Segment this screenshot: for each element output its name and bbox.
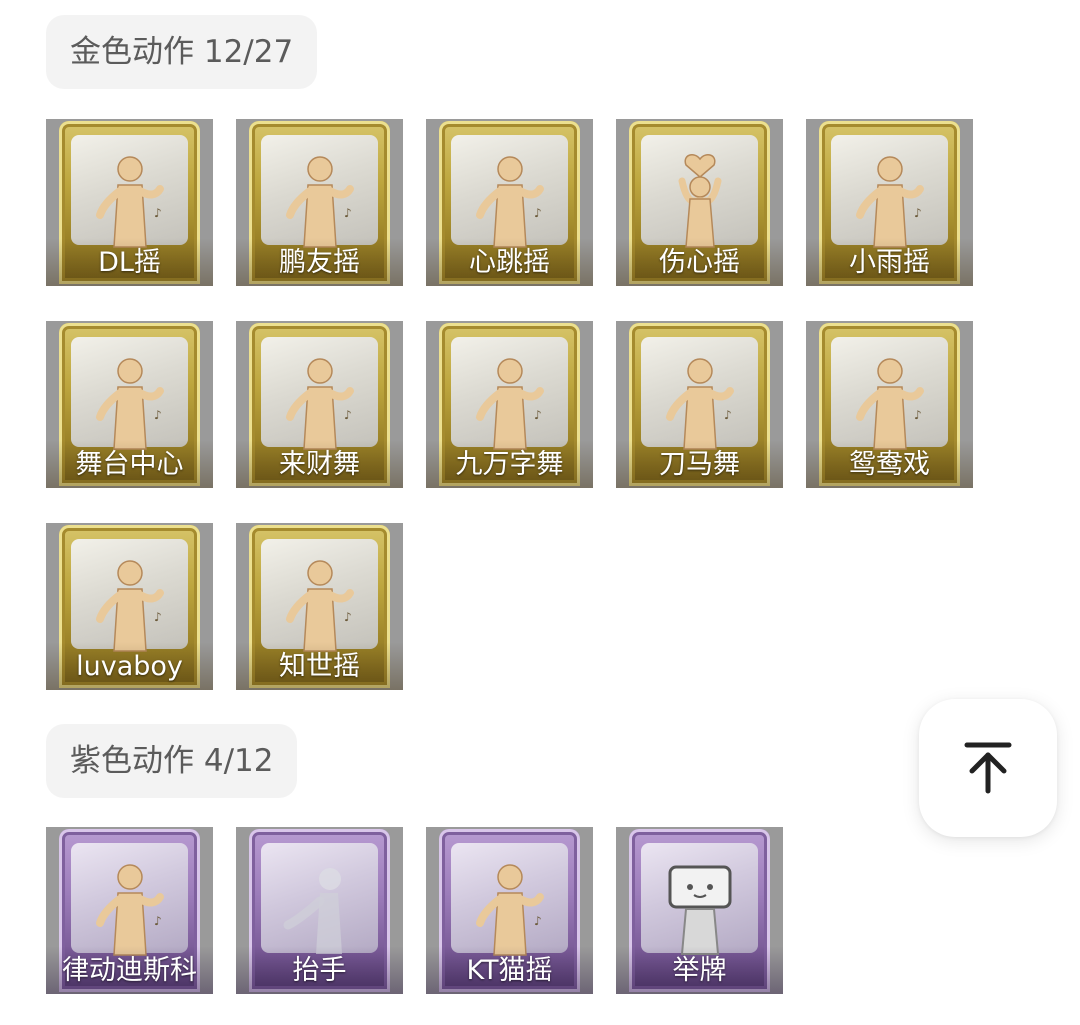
dance-pose-icon: ♪ (855, 156, 924, 248)
svg-text:♪: ♪ (914, 408, 922, 422)
svg-text:♪: ♪ (154, 408, 162, 422)
dance-pose-icon: ♪ (285, 560, 354, 652)
gold-action-card[interactable]: ♪ 来财舞 (236, 321, 403, 488)
svg-text:♪: ♪ (344, 206, 352, 220)
dance-pose-icon: ♪ (665, 358, 734, 450)
card-label: 小雨摇 (849, 247, 930, 278)
card-label: 九万字舞 (455, 449, 564, 480)
gold-action-card[interactable]: ♪ 心跳摇 (426, 119, 593, 286)
svg-text:♪: ♪ (534, 408, 542, 422)
dance-pose-icon: ♪ (95, 156, 164, 248)
svg-text:♪: ♪ (154, 914, 162, 928)
gold-action-card[interactable]: ♪ 鹏友摇 (236, 119, 403, 286)
card-label: 知世摇 (279, 651, 360, 682)
gold-action-card[interactable]: ♪ 小雨摇 (806, 119, 973, 286)
gold-action-card[interactable]: ♪ 舞台中心 (46, 321, 213, 488)
gold-action-card[interactable]: 伤心摇 (616, 119, 783, 286)
dance-pose-icon: ♪ (285, 358, 354, 450)
gold-actions-grid: ♪ DL摇 ♪ 鹏友摇 ♪ 心跳摇 伤心摇 ♪ 小雨摇 ♪ 舞台中心 ♪ 来财舞… (46, 119, 996, 690)
gold-action-card[interactable]: ♪ 九万字舞 (426, 321, 593, 488)
dance-pose-icon: ♪ (475, 864, 544, 956)
card-label: KT猫摇 (466, 955, 553, 986)
svg-text:♪: ♪ (914, 206, 922, 220)
card-label: 鹏友摇 (279, 247, 360, 278)
dance-pose-icon: ♪ (855, 358, 924, 450)
arrow-up-to-top-icon (964, 742, 1012, 794)
dance-pose-icon: ♪ (475, 358, 544, 450)
svg-text:♪: ♪ (534, 206, 542, 220)
purple-actions-grid: ♪ 律动迪斯科 抬手 ♪ KT猫摇 举牌 (46, 827, 996, 994)
purple-action-card[interactable]: 举牌 (616, 827, 783, 994)
heart-pose-icon (678, 154, 721, 248)
dance-pose-icon: ♪ (285, 156, 354, 248)
purple-section-header: 紫色动作 4/12 (46, 724, 298, 798)
back-to-top-button[interactable] (919, 699, 1057, 837)
page: 金色动作 12/27 ♪ DL摇 ♪ 鹏友摇 ♪ 心跳摇 伤心摇 ♪ 小雨摇 ♪… (0, 0, 1080, 1025)
card-label: 来财舞 (279, 449, 360, 480)
gold-action-card[interactable]: ♪ DL摇 (46, 119, 213, 286)
gold-action-card[interactable]: ♪ luvaboy (46, 523, 213, 690)
dance-pose-icon: ♪ (95, 560, 164, 652)
card-label: 伤心摇 (659, 247, 740, 278)
gold-action-card[interactable]: ♪ 刀马舞 (616, 321, 783, 488)
gold-section-header: 金色动作 12/27 (46, 15, 318, 89)
card-label: DL摇 (98, 247, 161, 278)
card-label: 律动迪斯科 (62, 955, 197, 986)
dance-pose-icon: ♪ (95, 358, 164, 450)
svg-text:♪: ♪ (534, 914, 542, 928)
card-label: 抬手 (292, 955, 347, 986)
purple-action-card[interactable]: ♪ KT猫摇 (426, 827, 593, 994)
card-label: 心跳摇 (469, 247, 550, 278)
card-label: 鸳鸯戏 (849, 449, 930, 480)
hold-sign-pose-icon (668, 865, 731, 955)
dance-pose-icon: ♪ (95, 864, 164, 956)
gold-action-card[interactable]: ♪ 知世摇 (236, 523, 403, 690)
svg-text:♪: ♪ (154, 206, 162, 220)
purple-action-card[interactable]: 抬手 (236, 827, 403, 994)
svg-text:♪: ♪ (724, 408, 732, 422)
raise-hand-pose-icon (283, 868, 342, 954)
svg-text:♪: ♪ (154, 610, 162, 624)
gold-action-card[interactable]: ♪ 鸳鸯戏 (806, 321, 973, 488)
card-label: luvaboy (76, 651, 183, 682)
purple-action-card[interactable]: ♪ 律动迪斯科 (46, 827, 213, 994)
card-label: 刀马舞 (659, 449, 740, 480)
card-label: 舞台中心 (75, 449, 184, 480)
svg-text:♪: ♪ (344, 408, 352, 422)
dance-pose-icon: ♪ (475, 156, 544, 248)
card-label: 举牌 (672, 955, 727, 986)
svg-text:♪: ♪ (344, 610, 352, 624)
